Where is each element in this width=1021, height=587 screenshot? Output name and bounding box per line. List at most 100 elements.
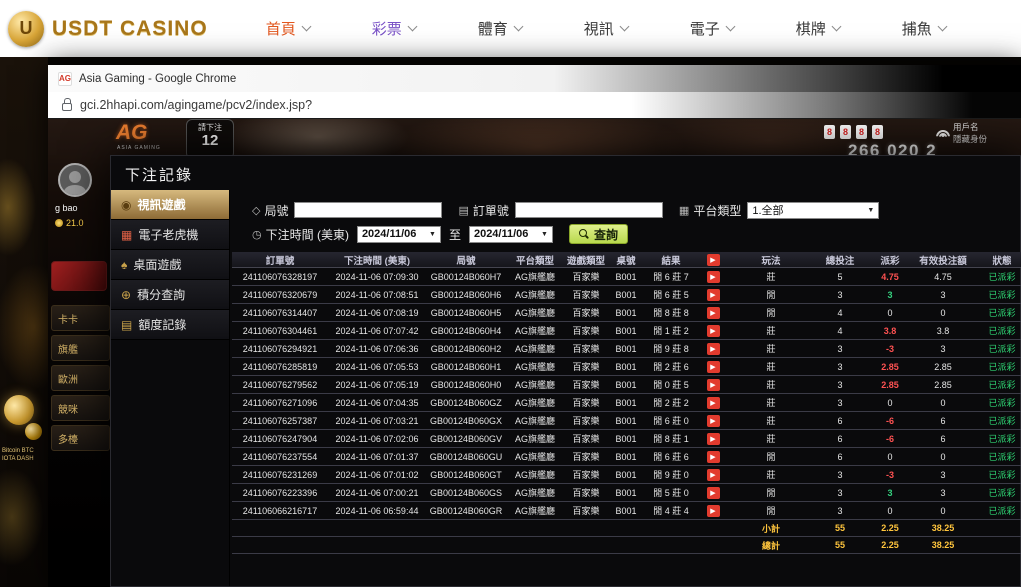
order-number-input[interactable]	[515, 202, 663, 218]
replay-button[interactable]: ▶	[707, 379, 720, 391]
card-icon: 8	[856, 125, 867, 139]
card-icon: 8	[824, 125, 835, 139]
screen: U USDT CASINO 首頁 彩票 體育 視訊 電子 棋牌 捕魚 Bitco…	[0, 0, 1021, 587]
lobby-hall-tile[interactable]: 旗艦	[51, 335, 110, 361]
lobby-hall-tile[interactable]: 多檯	[51, 425, 110, 451]
menu-item-table-games[interactable]: ♠桌面遊戲	[111, 250, 229, 280]
clock-icon: ◷	[252, 228, 262, 241]
search-icon	[579, 229, 589, 239]
bet-records-popup: 下注記錄 ◉視訊遊戲 ▦電子老虎機 ♠桌面遊戲 ⊕積分查詢 ▤額度記錄 ◇局號 …	[110, 155, 1021, 587]
popup-main: ◇局號 ▤訂單號 ▦平台類型 1.全部▼ ◷下注時間 (美東) 2024/11/…	[229, 190, 1020, 586]
chrome-titlebar[interactable]: AG Asia Gaming - Google Chrome	[48, 65, 1021, 92]
browser-viewport: AG ASIA GAMING 請下注 12 8 8 8 8 266 020 2 …	[48, 119, 1021, 587]
replay-button[interactable]: ▶	[707, 289, 720, 301]
dropdown-arrow-icon: ▼	[867, 207, 874, 214]
slot-machine-icon: ▦	[121, 228, 132, 242]
table-row: 2411060763144072024-11-06 07:08:19GB0012…	[232, 304, 1021, 322]
replay-button[interactable]: ▶	[707, 433, 720, 445]
table-row: 2411060762573872024-11-06 07:03:21GB0012…	[232, 412, 1021, 430]
table-row: 2411060763206792024-11-06 07:08:51GB0012…	[232, 286, 1021, 304]
chevron-down-icon	[725, 22, 735, 32]
wifi-icon	[934, 124, 952, 138]
chevron-down-icon	[407, 22, 417, 32]
gold-coin-graphic	[4, 395, 34, 425]
replay-button[interactable]: ▶	[707, 415, 720, 427]
bet-table: 訂單號 下注時間 (美東) 局號 平台類型 遊戲類型 桌號 結果 ▶ 玩法 總投…	[232, 252, 1021, 554]
replay-button[interactable]: ▶	[707, 505, 720, 517]
card-icon: 8	[872, 125, 883, 139]
lobby-hall-tile[interactable]: 競咪	[51, 395, 110, 421]
lock-icon[interactable]	[62, 103, 72, 111]
scoreboard-cards: 8 8 8 8	[824, 125, 883, 139]
site-logo[interactable]: U USDT CASINO	[8, 11, 208, 47]
date-from-select[interactable]: 2024/11/06▼	[357, 226, 441, 243]
window-title: Asia Gaming - Google Chrome	[79, 73, 236, 85]
url-text[interactable]: gci.2hhapi.com/agingame/pcv2/index.jsp?	[80, 98, 312, 112]
replay-button[interactable]: ▶	[707, 361, 720, 373]
replay-button[interactable]: ▶	[707, 325, 720, 337]
nav-item-slots[interactable]: 電子	[690, 18, 734, 39]
ag-logo: AG	[116, 123, 148, 143]
menu-item-slot-machines[interactable]: ▦電子老虎機	[111, 220, 229, 250]
chevron-down-icon	[937, 22, 947, 32]
countdown-number: 12	[187, 133, 233, 149]
order-number-icon: ▤	[458, 204, 468, 217]
replay-button[interactable]: ▶	[707, 451, 720, 463]
menu-item-points-query[interactable]: ⊕積分查詢	[111, 280, 229, 310]
points-query-icon: ⊕	[121, 288, 131, 302]
table-row: 2411060662167172024-11-06 06:59:44GB0012…	[232, 502, 1021, 520]
site-logo-text: USDT CASINO	[52, 17, 208, 41]
nav-item-lottery[interactable]: 彩票	[372, 18, 416, 39]
video-games-icon: ◉	[121, 198, 131, 212]
username: g bao	[55, 203, 78, 213]
date-to-label: 至	[449, 226, 461, 243]
replay-button[interactable]: ▶	[707, 307, 720, 319]
replay-button[interactable]: ▶	[707, 469, 720, 481]
platform-type-select[interactable]: 1.全部▼	[747, 202, 879, 219]
chevron-down-icon	[301, 22, 311, 32]
lobby-hall-tile[interactable]: 歐洲	[51, 365, 110, 391]
dropdown-arrow-icon: ▼	[541, 231, 548, 238]
total-row: 總計 55 2.25 38.25	[232, 537, 1021, 554]
table-row: 2411060762795622024-11-06 07:05:19GB0012…	[232, 376, 1021, 394]
dropdown-arrow-icon: ▼	[429, 231, 436, 238]
nav-item-home[interactable]: 首頁	[266, 18, 310, 39]
chevron-down-icon	[513, 22, 523, 32]
coin-icon	[55, 219, 63, 227]
table-header-row: 訂單號 下注時間 (美東) 局號 平台類型 遊戲類型 桌號 結果 ▶ 玩法 總投…	[232, 252, 1021, 268]
chevron-down-icon	[831, 22, 841, 32]
table-row: 2411060762710962024-11-06 07:04:35GB0012…	[232, 394, 1021, 412]
date-to-select[interactable]: 2024/11/06▼	[469, 226, 553, 243]
nav-item-sports[interactable]: 體育	[478, 18, 522, 39]
menu-item-credit-records[interactable]: ▤額度記錄	[111, 310, 229, 340]
avatar[interactable]	[58, 163, 92, 197]
nav-item-live[interactable]: 視訊	[584, 18, 628, 39]
chevron-down-icon	[619, 22, 629, 32]
table-row: 2411060763044612024-11-06 07:07:42GB0012…	[232, 322, 1021, 340]
bet-countdown-box: 請下注 12	[186, 119, 234, 159]
lobby-hall-tile[interactable]: 卡卡	[51, 305, 110, 331]
main-nav: 首頁 彩票 體育 視訊 電子 棋牌 捕魚	[266, 18, 946, 39]
table-row: 2411060762233962024-11-06 07:00:21GB0012…	[232, 484, 1021, 502]
site-background-art: Bitcoin BTC IOTA DASH	[0, 57, 48, 587]
search-button[interactable]: 查詢	[569, 224, 628, 244]
table-row: 2411060762375542024-11-06 07:01:37GB0012…	[232, 448, 1021, 466]
round-number-icon: ◇	[252, 204, 260, 217]
credit-records-icon: ▤	[121, 318, 132, 332]
table-row: 2411060762312692024-11-06 07:01:02GB0012…	[232, 466, 1021, 484]
nav-item-fishing[interactable]: 捕魚	[902, 18, 946, 39]
table-row: 2411060762858192024-11-06 07:05:53GB0012…	[232, 358, 1021, 376]
replay-button[interactable]: ▶	[707, 397, 720, 409]
replay-button[interactable]: ▶	[707, 343, 720, 355]
replay-button[interactable]: ▶	[707, 271, 720, 283]
replay-button[interactable]: ▶	[707, 487, 720, 499]
nav-item-boardgames[interactable]: 棋牌	[796, 18, 840, 39]
round-number-label: ◇局號	[252, 202, 288, 219]
bet-table-body: 2411060763281972024-11-06 07:09:30GB0012…	[232, 268, 1021, 520]
table-games-icon: ♠	[121, 258, 127, 272]
promo-card[interactable]	[51, 261, 107, 291]
table-row: 2411060763281972024-11-06 07:09:30GB0012…	[232, 268, 1021, 286]
menu-item-video-games[interactable]: ◉視訊遊戲	[111, 190, 229, 220]
platform-type-label: ▦平台類型	[679, 202, 741, 219]
round-number-input[interactable]	[294, 202, 442, 218]
